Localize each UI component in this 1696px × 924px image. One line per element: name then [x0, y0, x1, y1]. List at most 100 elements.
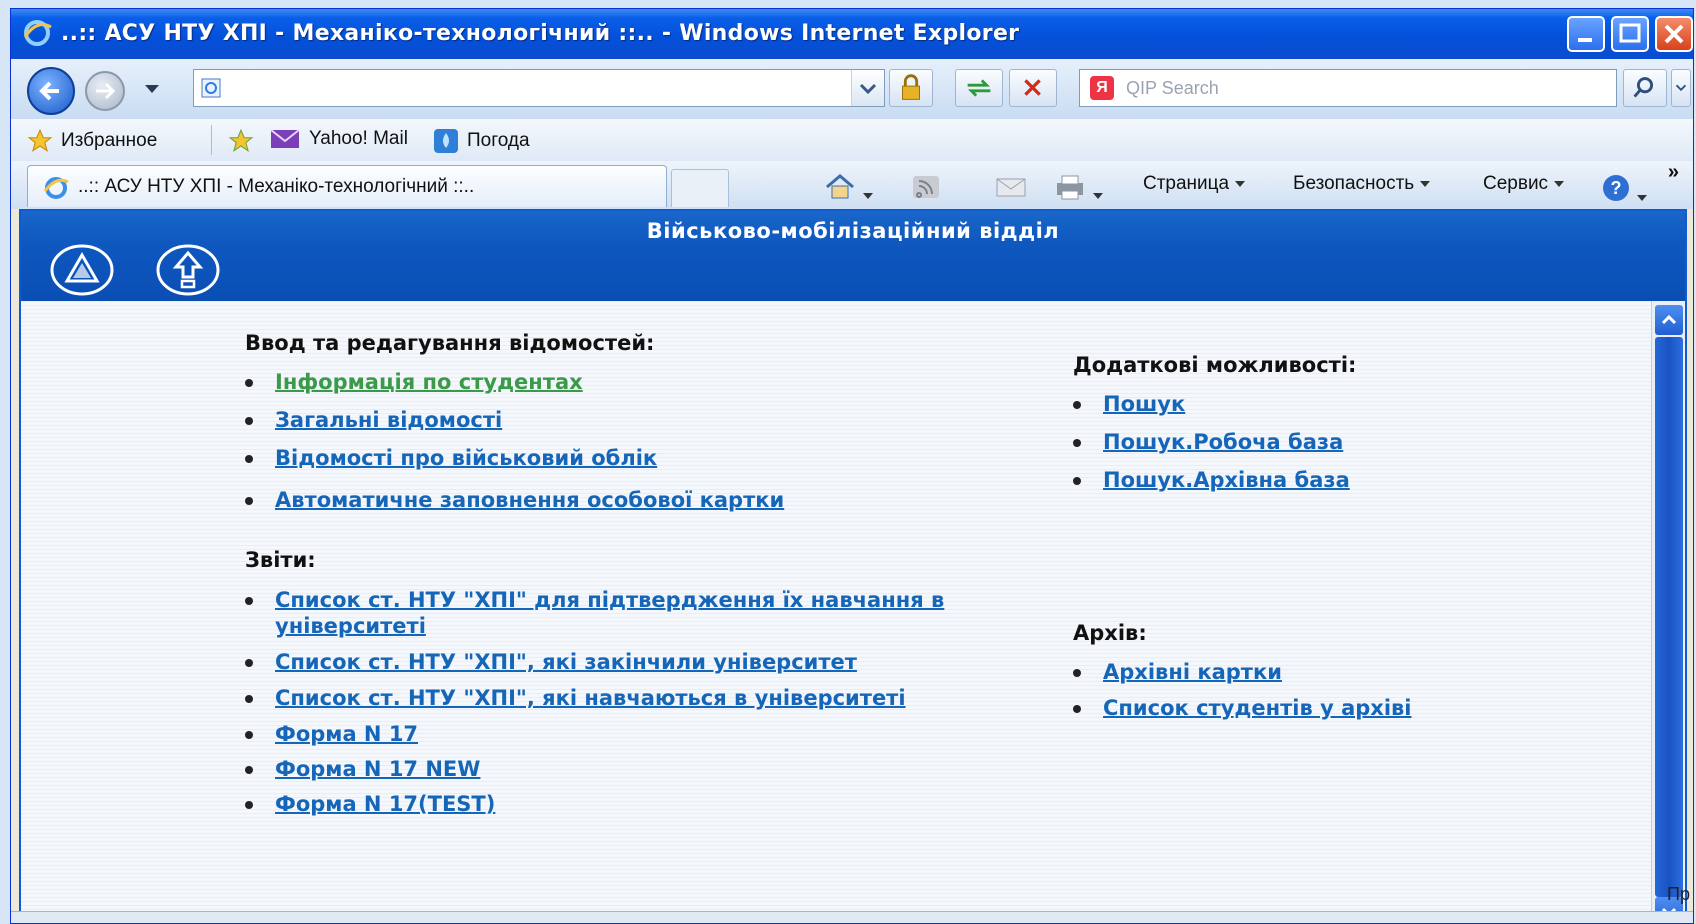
close-button[interactable] — [1655, 16, 1693, 52]
add-star-icon — [228, 128, 254, 153]
link-report-study-confirmation[interactable]: Список ст. НТУ "ХПІ" для підтвердження ї… — [275, 588, 944, 638]
reports-section-heading: Звіти: — [245, 548, 316, 572]
list-item: Список ст. НТУ "ХПІ", які закінчили унів… — [239, 649, 1009, 675]
link-search-archive-db[interactable]: Пошук.Архівна база — [1103, 468, 1350, 492]
link-auto-fill-card[interactable]: Автоматичне заповнення особової картки — [275, 488, 784, 512]
address-field[interactable] — [193, 69, 885, 107]
minimize-button[interactable] — [1567, 16, 1605, 52]
input-section-heading: Ввод та редагування відомостей: — [245, 331, 655, 355]
search-icon — [1633, 77, 1654, 98]
favorites-button[interactable]: Избранное — [27, 128, 157, 154]
search-button[interactable] — [1623, 69, 1667, 107]
list-item: Список студентів у архіві — [1067, 695, 1433, 721]
archive-links-list: Архівні картки Список студентів у архіві — [1067, 659, 1427, 721]
link-report-graduated[interactable]: Список ст. НТУ "ХПІ", які закінчили унів… — [275, 650, 857, 674]
scrollbar-thumb[interactable] — [1655, 337, 1683, 897]
page-menu[interactable]: Страница — [1143, 173, 1246, 195]
toolbar-overflow-button[interactable]: » — [1668, 161, 1679, 184]
chevron-up-icon — [1661, 314, 1677, 325]
status-bar — [11, 911, 1693, 923]
new-tab-button[interactable] — [671, 169, 729, 207]
archive-section-heading: Архів: — [1073, 621, 1147, 645]
scroll-up-button[interactable] — [1655, 305, 1683, 335]
read-mail-button[interactable] — [995, 173, 1027, 207]
maximize-button[interactable] — [1611, 16, 1649, 52]
arrow-right-icon — [96, 82, 116, 100]
search-placeholder: QIP Search — [1126, 78, 1219, 98]
service-menu[interactable]: Сервис — [1483, 173, 1565, 195]
up-arrow-icon[interactable] — [155, 243, 221, 297]
lock-icon — [902, 74, 920, 100]
rss-icon — [913, 176, 939, 198]
home-icon — [826, 174, 854, 199]
page-content: Ввод та редагування відомостей: Інформац… — [21, 301, 1653, 923]
list-item: Пошук.Робоча база — [1067, 429, 1487, 455]
link-military-registration[interactable]: Відомості про військовий облік — [275, 446, 657, 470]
title-bar[interactable]: ..:: АСУ НТУ ХПІ - Механіко-технологічни… — [11, 9, 1693, 59]
link-archive-cards[interactable]: Архівні картки — [1103, 660, 1282, 684]
home-triangle-icon[interactable] — [49, 243, 115, 297]
link-report-studying[interactable]: Список ст. НТУ "ХПІ", які навчаються в у… — [275, 686, 906, 710]
svg-text:?: ? — [1611, 178, 1622, 198]
minimize-icon — [1578, 38, 1592, 42]
list-item: Форма N 17 — [239, 721, 1009, 747]
list-item: Пошук.Архівна база — [1067, 467, 1487, 493]
mail-icon — [270, 129, 300, 148]
home-button[interactable] — [823, 173, 873, 207]
list-item: Відомості про військовий облік — [239, 445, 959, 471]
link-search-working-db[interactable]: Пошук.Робоча база — [1103, 430, 1343, 454]
link-student-info[interactable]: Інформація по студентах — [275, 370, 583, 394]
browser-window: ..:: АСУ НТУ ХПІ - Механіко-технологічни… — [10, 8, 1694, 924]
star-icon — [27, 128, 53, 153]
close-icon — [1664, 24, 1684, 44]
separator — [211, 125, 212, 155]
list-item: Пошук — [1067, 391, 1487, 417]
help-button[interactable]: ? — [1601, 173, 1647, 209]
search-box[interactable]: Я QIP Search — [1079, 69, 1617, 107]
window-title: ..:: АСУ НТУ ХПІ - Механіко-технологічни… — [61, 21, 1020, 46]
extra-links-list: Пошук Пошук.Робоча база Пошук.Архівна ба… — [1067, 391, 1487, 493]
help-icon: ? — [1603, 175, 1629, 201]
tab-active[interactable]: ..:: АСУ НТУ ХПІ - Механіко-технологічни… — [27, 165, 667, 207]
list-item: Інформація по студентах — [239, 369, 959, 395]
forward-button[interactable] — [85, 71, 125, 111]
stop-icon — [1024, 79, 1041, 96]
link-archive-students[interactable]: Список студентів у архіві — [1103, 696, 1412, 720]
maximize-icon — [1619, 23, 1641, 43]
print-button[interactable] — [1053, 173, 1103, 207]
address-dropdown-button[interactable] — [851, 70, 884, 106]
stop-button[interactable] — [1009, 69, 1057, 107]
extra-section-heading: Додаткові можливості: — [1073, 353, 1357, 377]
report-links-list: Список ст. НТУ "ХПІ" для підтвердження ї… — [239, 587, 1009, 817]
link-form-17[interactable]: Форма N 17 — [275, 722, 418, 746]
link-form-17-test[interactable]: Форма N 17(TEST) — [275, 792, 495, 816]
arrow-left-icon — [39, 81, 59, 101]
internet-explorer-icon — [23, 20, 52, 46]
feeds-button[interactable] — [911, 173, 941, 207]
link-general-info[interactable]: Загальні відомості — [275, 408, 502, 432]
search-options-button[interactable] — [1671, 69, 1691, 107]
vertical-scrollbar[interactable] — [1651, 301, 1685, 923]
list-item: Загальні відомості — [239, 407, 959, 433]
favorite-yahoo-mail[interactable]: Yahoo! Mail — [269, 128, 408, 150]
favorites-bar: Избранное Yahoo! Mail Погода — [11, 119, 1693, 161]
back-button[interactable] — [27, 67, 75, 115]
add-favorite-button[interactable] — [225, 128, 265, 154]
link-search[interactable]: Пошук — [1103, 392, 1185, 416]
security-lock-button[interactable] — [889, 69, 933, 107]
page-icon — [201, 78, 221, 98]
list-item: Список ст. НТУ "ХПІ", які навчаються в у… — [239, 685, 935, 711]
chevron-down-icon — [1675, 84, 1687, 92]
history-dropdown-icon[interactable] — [145, 85, 159, 93]
safety-menu[interactable]: Безопасность — [1293, 173, 1431, 195]
chevron-down-icon — [859, 83, 877, 95]
favorite-weather[interactable]: Погода — [433, 128, 530, 154]
status-corner-text: Пр — [1667, 884, 1690, 904]
list-item: Автоматичне заповнення особової картки — [239, 487, 959, 513]
refresh-icon — [967, 79, 991, 97]
list-item: Список ст. НТУ "ХПІ" для підтвердження ї… — [239, 587, 975, 639]
link-form-17-new[interactable]: Форма N 17 NEW — [275, 757, 480, 781]
navigation-bar: Я QIP Search — [11, 59, 1693, 119]
page-banner: Військово-мобілізаційний відділ — [21, 211, 1685, 301]
refresh-button[interactable] — [955, 69, 1003, 107]
